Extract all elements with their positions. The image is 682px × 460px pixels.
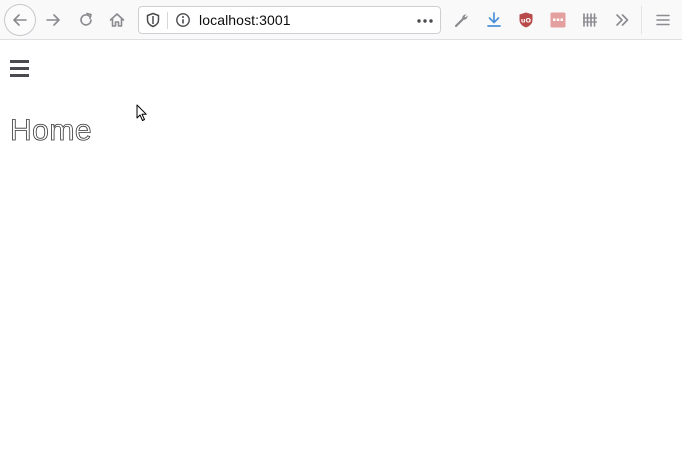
reload-icon [80, 12, 92, 26]
tools-button[interactable] [447, 5, 477, 35]
url-text[interactable]: localhost:3001 [199, 12, 291, 28]
home-button[interactable] [102, 5, 132, 35]
ublock-origin-icon: uO [519, 12, 533, 28]
browser-toolbar: localhost:3001 uO [0, 0, 682, 40]
download-arrow-icon [487, 12, 501, 27]
forward-button[interactable] [38, 5, 68, 35]
info-icon [176, 13, 190, 27]
hamburger-bar [10, 74, 29, 77]
hamburger-menu-icon[interactable] [10, 60, 30, 78]
extension-button[interactable] [543, 5, 573, 35]
red-extension-icon [550, 12, 566, 28]
back-button[interactable] [4, 4, 36, 36]
library-button[interactable] [575, 5, 605, 35]
library-icon [583, 13, 597, 27]
wrench-icon [454, 14, 468, 28]
more-dots-icon [417, 19, 433, 23]
hamburger-bar [10, 67, 29, 70]
reload-button[interactable] [71, 5, 101, 35]
mouse-cursor-icon [136, 104, 147, 121]
ublock-button[interactable]: uO [511, 5, 541, 35]
page-actions-button[interactable] [415, 13, 435, 29]
downloads-button[interactable] [479, 5, 509, 35]
tracking-protection-button[interactable] [145, 12, 161, 28]
overflow-menu-button[interactable] [607, 5, 637, 35]
app-menu-button[interactable] [648, 5, 678, 35]
hamburger-bar [10, 60, 29, 63]
site-info-button[interactable] [175, 12, 191, 28]
shield-icon [146, 12, 160, 28]
url-bar[interactable]: localhost:3001 [138, 6, 441, 34]
back-arrow-icon [13, 14, 27, 26]
double-chevron-icon [616, 14, 629, 26]
toolbar-divider [641, 6, 642, 34]
home-icon [109, 13, 125, 27]
svg-text:uO: uO [521, 17, 532, 25]
url-separator [167, 12, 168, 29]
menu-icon [656, 14, 670, 26]
forward-arrow-icon [46, 14, 60, 26]
page-title: Home [10, 114, 93, 148]
page-content: Home [0, 40, 682, 460]
